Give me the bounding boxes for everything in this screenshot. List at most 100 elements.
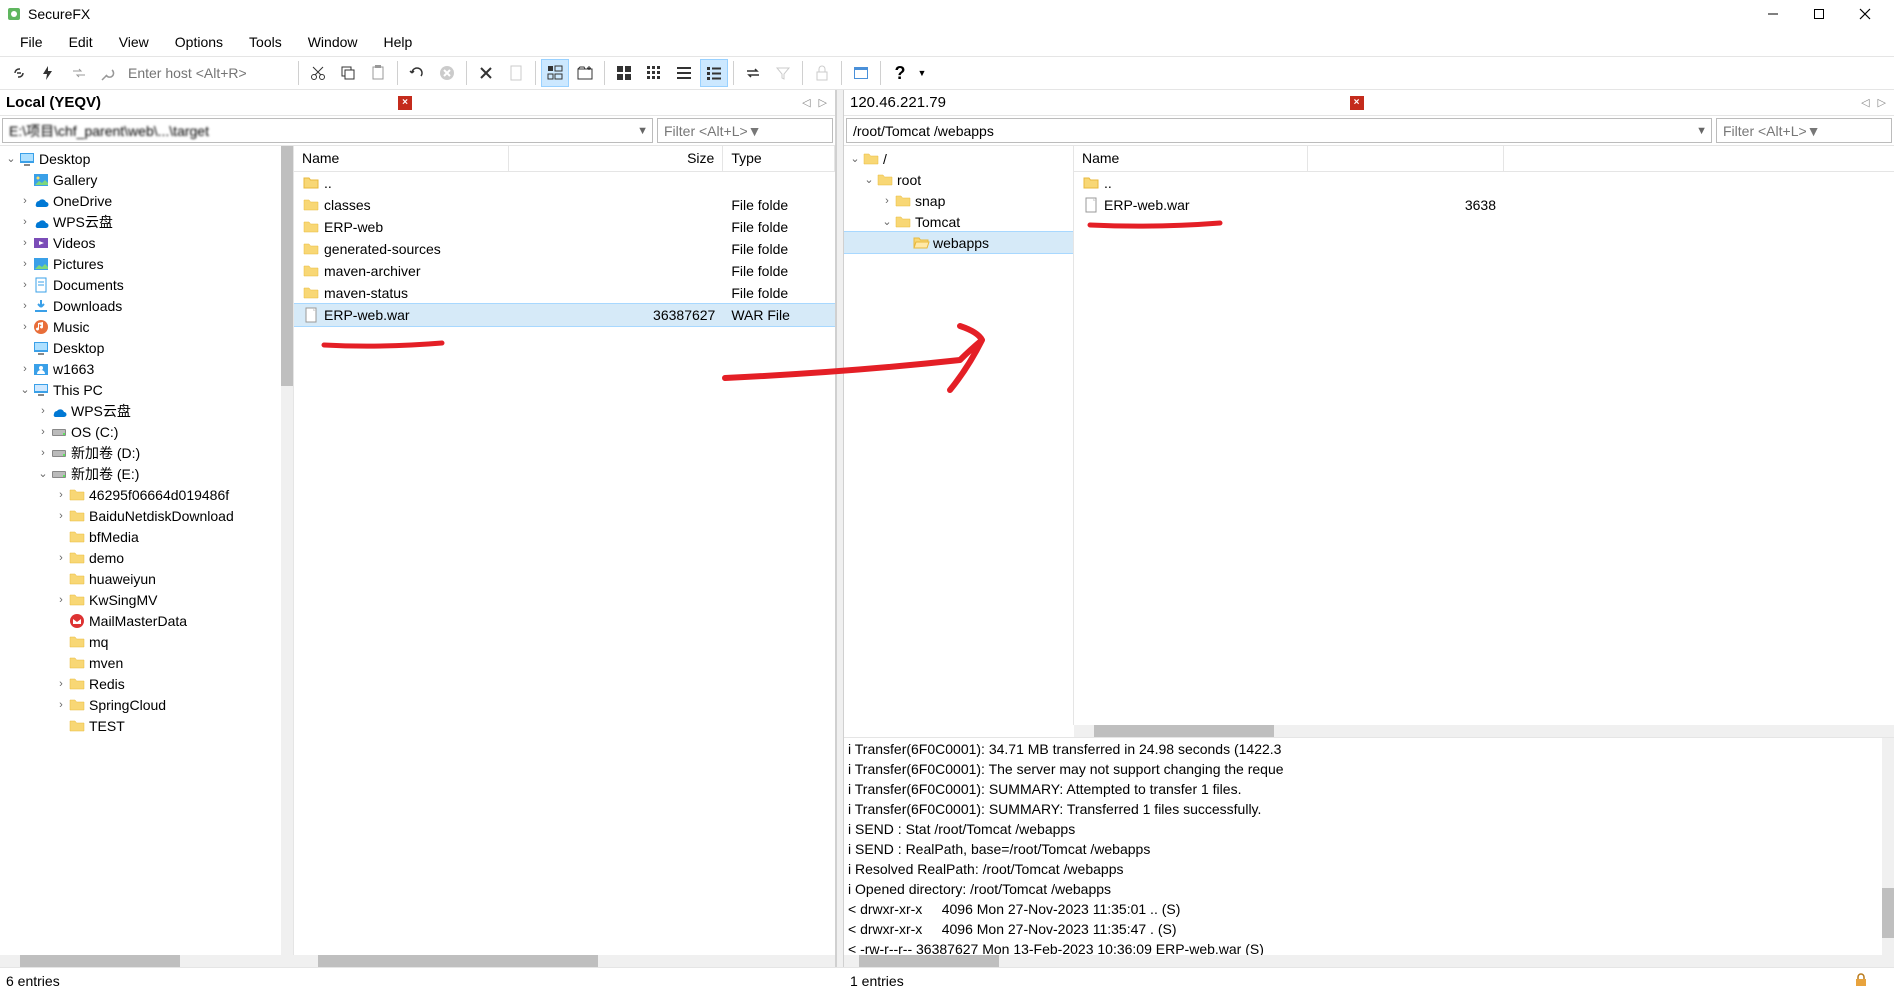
tree-item[interactable]: ›demo (0, 547, 293, 568)
local-filelist[interactable]: NameSizeType..classesFile foldeERP-webFi… (294, 146, 835, 955)
tree-item[interactable]: MailMasterData (0, 610, 293, 631)
remote-tree[interactable]: ⌄/⌄root›snap⌄Tomcatwebapps (844, 146, 1074, 725)
tree-item[interactable]: bfMedia (0, 526, 293, 547)
expand-icon[interactable]: › (54, 594, 68, 606)
menu-tools[interactable]: Tools (237, 30, 294, 54)
dropdown-icon[interactable]: ▼ (1696, 125, 1707, 137)
disconnect-icon[interactable] (95, 59, 123, 87)
expand-icon[interactable]: ⌄ (4, 152, 18, 165)
file-row[interactable]: ERP-web.war36387627WAR File (294, 304, 835, 326)
file-row[interactable]: ERP-web.war3638 (1074, 194, 1894, 216)
tree-scrollbar[interactable] (281, 146, 293, 955)
tree-item[interactable]: TEST (0, 715, 293, 736)
tree-item[interactable]: ›46295f06664d019486f (0, 484, 293, 505)
tree-item[interactable]: ›WPS云盘 (0, 211, 293, 232)
tree-item[interactable]: ›OS (C:) (0, 421, 293, 442)
log-vscroll[interactable] (1882, 738, 1894, 955)
properties-icon[interactable] (847, 59, 875, 87)
link-icon[interactable] (5, 59, 33, 87)
local-hscroll[interactable] (0, 955, 835, 967)
expand-icon[interactable]: › (54, 510, 68, 522)
expand-icon[interactable]: › (18, 363, 32, 375)
local-path-input[interactable]: E:\项目\chf_parent\web\...\target ▼ (2, 118, 653, 143)
tree-item[interactable]: ⌄/ (844, 148, 1073, 169)
help-icon[interactable]: ? (886, 59, 914, 87)
column-header[interactable]: Name (1074, 146, 1308, 171)
newfile-icon[interactable] (502, 59, 530, 87)
expand-icon[interactable]: ⌄ (18, 383, 32, 396)
remote-filter-input[interactable]: Filter <Alt+L> ▼ (1716, 118, 1892, 143)
quickconnect-icon[interactable] (35, 59, 63, 87)
tree-item[interactable]: ⌄root (844, 169, 1073, 190)
expand-icon[interactable]: › (54, 678, 68, 690)
local-filter-input[interactable]: Filter <Alt+L> ▼ (657, 118, 833, 143)
tree-item[interactable]: ⌄Tomcat (844, 211, 1073, 232)
nav-forward-icon[interactable]: ▷ (817, 96, 829, 109)
tree-item[interactable]: ›w1663 (0, 358, 293, 379)
menu-help[interactable]: Help (372, 30, 425, 54)
remote-files-hscroll[interactable] (1074, 725, 1894, 737)
expand-icon[interactable]: › (36, 405, 50, 417)
expand-icon[interactable]: ⌄ (36, 467, 50, 480)
expand-icon[interactable]: › (18, 300, 32, 312)
file-row[interactable]: maven-archiverFile folde (294, 260, 835, 282)
tree-item[interactable]: mq (0, 631, 293, 652)
tree-item[interactable]: ›BaiduNetdiskDownload (0, 505, 293, 526)
expand-icon[interactable]: › (18, 321, 32, 333)
tree-item[interactable]: Desktop (0, 337, 293, 358)
dropdown-icon[interactable]: ▼ (748, 123, 762, 139)
help-dropdown-icon[interactable]: ▼ (916, 59, 928, 87)
tree-item[interactable]: ›新加卷 (D:) (0, 442, 293, 463)
remote-log[interactable]: i Transfer(6F0C0001): 34.71 MB transferr… (844, 737, 1894, 955)
paste-icon[interactable] (364, 59, 392, 87)
tree-item[interactable]: ›snap (844, 190, 1073, 211)
nav-back-icon[interactable]: ◁ (800, 96, 812, 109)
delete-icon[interactable] (472, 59, 500, 87)
file-row[interactable]: .. (294, 172, 835, 194)
details-icon[interactable] (700, 59, 728, 87)
tree-view-icon[interactable] (541, 59, 569, 87)
expand-icon[interactable]: › (18, 279, 32, 291)
host-input[interactable] (124, 61, 294, 85)
lock-icon[interactable] (808, 59, 836, 87)
tree-item[interactable]: ›Videos (0, 232, 293, 253)
list-icon[interactable] (670, 59, 698, 87)
menu-edit[interactable]: Edit (57, 30, 105, 54)
file-row[interactable]: classesFile folde (294, 194, 835, 216)
remote-filelist[interactable]: Name..ERP-web.war3638 (1074, 146, 1894, 725)
expand-icon[interactable]: › (18, 195, 32, 207)
pane-splitter[interactable] (836, 90, 844, 967)
tree-item[interactable]: ⌄新加卷 (E:) (0, 463, 293, 484)
expand-icon[interactable]: › (54, 552, 68, 564)
large-icons-icon[interactable] (610, 59, 638, 87)
expand-icon[interactable]: › (36, 426, 50, 438)
dropdown-icon[interactable]: ▼ (637, 125, 648, 137)
column-header[interactable]: Size (509, 146, 724, 171)
tree-item[interactable]: webapps (844, 232, 1073, 253)
tree-item[interactable]: ›Redis (0, 673, 293, 694)
tree-item[interactable]: ›KwSingMV (0, 589, 293, 610)
file-row[interactable]: maven-statusFile folde (294, 282, 835, 304)
tree-item[interactable]: ›Downloads (0, 295, 293, 316)
nav-back-icon[interactable]: ◁ (1859, 96, 1871, 109)
expand-icon[interactable]: › (18, 216, 32, 228)
remote-path-input[interactable]: /root/Tomcat /webapps ▼ (846, 118, 1712, 143)
maximize-button[interactable] (1796, 0, 1842, 28)
dropdown-icon[interactable]: ▼ (1807, 123, 1821, 139)
stop-icon[interactable] (433, 59, 461, 87)
nav-forward-icon[interactable]: ▷ (1876, 96, 1888, 109)
tree-item[interactable]: ›WPS云盘 (0, 400, 293, 421)
local-tree[interactable]: ⌄DesktopGallery›OneDrive›WPS云盘›Videos›Pi… (0, 146, 294, 955)
menu-view[interactable]: View (107, 30, 161, 54)
refresh-icon[interactable] (403, 59, 431, 87)
filter-icon[interactable] (769, 59, 797, 87)
column-header[interactable]: Type (723, 146, 835, 171)
close-button[interactable] (1842, 0, 1888, 28)
remote-pane-close[interactable]: × (1350, 96, 1364, 110)
tree-item[interactable]: ›SpringCloud (0, 694, 293, 715)
tree-item[interactable]: ›OneDrive (0, 190, 293, 211)
menu-options[interactable]: Options (163, 30, 235, 54)
copy-icon[interactable] (334, 59, 362, 87)
expand-icon[interactable]: ⌄ (848, 152, 862, 165)
file-row[interactable]: .. (1074, 172, 1894, 194)
